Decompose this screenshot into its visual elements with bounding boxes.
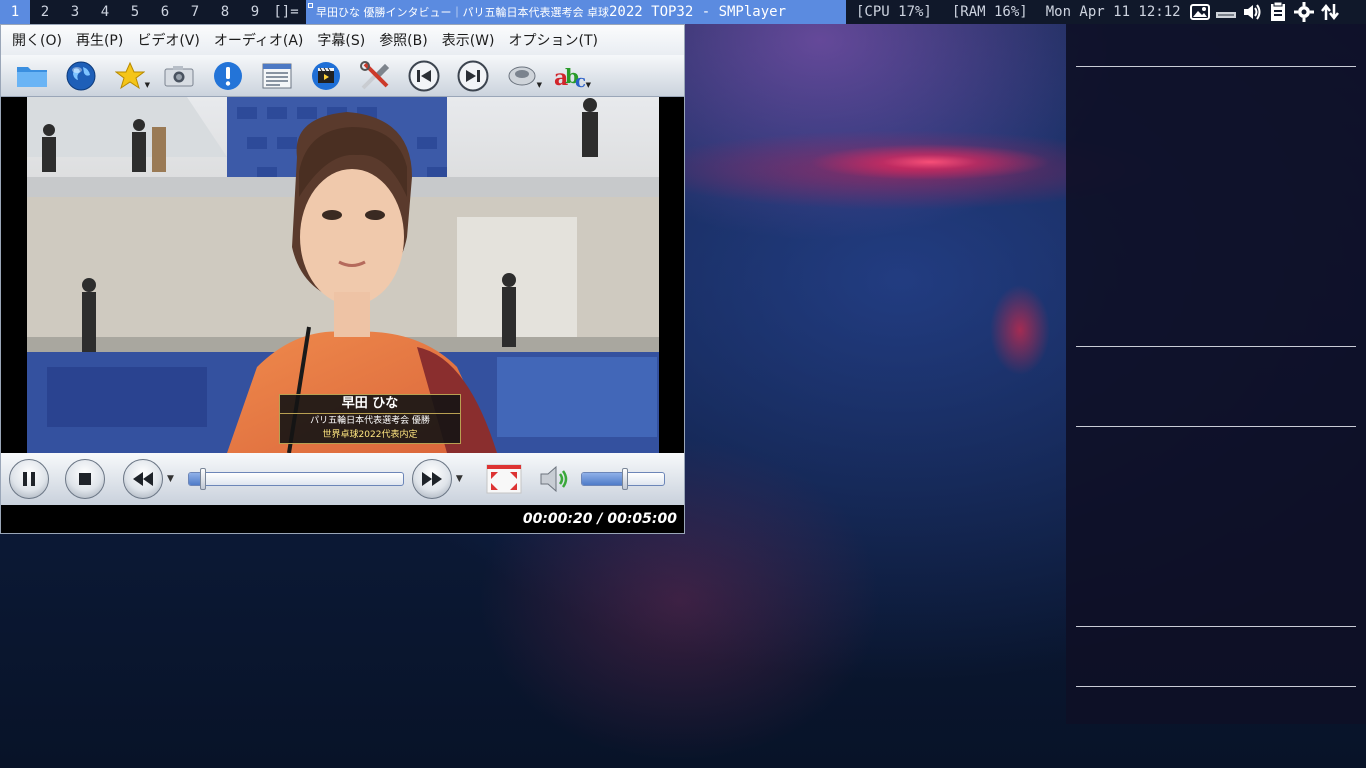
top-status-bar: 1 2 3 4 5 6 7 8 9 []= 早田ひな 優勝インタビュー｜パリ五輪… xyxy=(0,0,1366,24)
control-bar: ▼ ▼ xyxy=(1,453,684,505)
rewind-button[interactable] xyxy=(123,459,163,499)
caption-name: 早田 ひな xyxy=(280,395,460,414)
caption-line2: パリ五輪日本代表選考会 優勝 xyxy=(310,416,430,426)
workspace-7[interactable]: 7 xyxy=(180,0,210,24)
menu-audio[interactable]: オーディオ(A) xyxy=(207,30,311,50)
window-title: 早田ひな 優勝インタビュー｜パリ五輪日本代表選考会 卓球2022 TOP32 -… xyxy=(306,0,846,24)
forward-button[interactable] xyxy=(411,459,452,499)
fullscreen-button[interactable] xyxy=(485,463,523,495)
image-viewer-icon[interactable] xyxy=(1189,1,1211,23)
clipboard-icon[interactable] xyxy=(1267,1,1289,23)
globe-icon[interactable] xyxy=(56,57,105,95)
chevron-down-icon: ▼ xyxy=(144,80,150,89)
workspace-6[interactable]: 6 xyxy=(150,0,180,24)
workspace-1[interactable]: 1 xyxy=(0,0,30,24)
pause-button[interactable] xyxy=(9,459,49,499)
menu-options[interactable]: オプション(T) xyxy=(502,30,605,50)
workspace-2[interactable]: 2 xyxy=(30,0,60,24)
time-display: 00:00:20 / 00:05:00 xyxy=(522,511,677,527)
mute-button[interactable] xyxy=(537,461,573,497)
cpu-usage: [CPU 17%] xyxy=(856,4,932,20)
stop-button[interactable] xyxy=(65,459,105,499)
clock: Mon Apr 11 12:12 xyxy=(1045,4,1181,20)
system-tray xyxy=(1189,1,1341,23)
preferences-tools-icon[interactable] xyxy=(350,57,399,95)
next-icon[interactable] xyxy=(448,57,497,95)
menu-view[interactable]: 表示(W) xyxy=(435,30,502,50)
menu-open[interactable]: 開く(O) xyxy=(5,30,69,50)
subtitles-icon[interactable]: abc ▼ xyxy=(546,57,595,95)
smplayer-window: 開く(O) 再生(P) ビデオ(V) オーディオ(A) 字幕(S) 参照(B) … xyxy=(0,24,685,534)
divider xyxy=(1076,626,1356,627)
rewind-icon xyxy=(133,472,153,486)
video-area[interactable]: 早田 ひな パリ五輪日本代表選考会 優勝 世界卓球2022代表内定 xyxy=(1,97,684,453)
divider xyxy=(1076,686,1356,687)
fullscreen-icon xyxy=(486,464,522,494)
playlist-icon[interactable] xyxy=(252,57,301,95)
chevron-down-icon: ▼ xyxy=(536,80,542,89)
menu-bar: 開く(O) 再生(P) ビデオ(V) オーディオ(A) 字幕(S) 参照(B) … xyxy=(1,25,684,55)
window-title-rest: 2022 TOP32 - SMPlayer xyxy=(609,4,787,20)
favorites-star-icon[interactable]: ▼ xyxy=(105,57,154,95)
settings-gear-icon[interactable] xyxy=(1293,1,1315,23)
forward-icon xyxy=(421,472,442,486)
volume-fill xyxy=(581,473,625,485)
workspace-4[interactable]: 4 xyxy=(90,0,120,24)
volume-handle[interactable] xyxy=(621,468,628,490)
rewind-menu-chevron-icon[interactable]: ▼ xyxy=(167,474,174,484)
svg-text:c: c xyxy=(575,71,586,91)
seek-bar[interactable] xyxy=(187,468,404,490)
status-bar: 00:00:20 / 00:05:00 xyxy=(1,505,684,533)
stop-icon xyxy=(79,473,91,485)
layout-symbol[interactable]: []= xyxy=(270,4,302,20)
pause-icon xyxy=(23,472,35,486)
menu-play[interactable]: 再生(P) xyxy=(69,30,130,50)
divider xyxy=(1076,346,1356,347)
workspace-5[interactable]: 5 xyxy=(120,0,150,24)
menu-browse[interactable]: 参照(B) xyxy=(372,30,435,50)
toolbar: ▼ ▼ abc ▼ xyxy=(1,55,684,97)
keyboard-icon[interactable] xyxy=(1215,1,1237,23)
workspace-3[interactable]: 3 xyxy=(60,0,90,24)
folder-icon[interactable] xyxy=(7,57,56,95)
chevron-down-icon: ▼ xyxy=(585,80,591,89)
volume-icon[interactable] xyxy=(1241,1,1263,23)
info-icon[interactable] xyxy=(203,57,252,95)
caption-line3: 世界卓球2022代表内定 xyxy=(322,430,418,440)
menu-video[interactable]: ビデオ(V) xyxy=(130,30,207,50)
video-clapper-icon[interactable] xyxy=(301,57,350,95)
floating-indicator-icon xyxy=(308,3,313,8)
seek-handle[interactable] xyxy=(199,468,206,490)
divider xyxy=(1076,426,1356,427)
menu-subtitles[interactable]: 字幕(S) xyxy=(310,30,372,50)
audio-track-icon[interactable]: ▼ xyxy=(497,57,546,95)
video-frame: 早田 ひな パリ五輪日本代表選考会 優勝 世界卓球2022代表内定 xyxy=(27,97,659,453)
video-name-caption: 早田 ひな パリ五輪日本代表選考会 優勝 世界卓球2022代表内定 xyxy=(279,394,461,444)
network-transfer-icon[interactable] xyxy=(1319,1,1341,23)
volume-slider[interactable] xyxy=(580,468,665,490)
side-panel xyxy=(1066,24,1366,724)
workspace-8[interactable]: 8 xyxy=(210,0,240,24)
workspace-9[interactable]: 9 xyxy=(240,0,270,24)
speaker-icon xyxy=(540,465,568,493)
window-title-jp: 早田ひな 優勝インタビュー｜パリ五輪日本代表選考会 卓球 xyxy=(316,6,609,19)
ram-usage: [RAM 16%] xyxy=(951,4,1028,20)
forward-menu-chevron-icon[interactable]: ▼ xyxy=(456,474,463,484)
previous-icon[interactable] xyxy=(399,57,448,95)
screenshot-camera-icon[interactable] xyxy=(154,57,203,95)
divider xyxy=(1076,66,1356,67)
